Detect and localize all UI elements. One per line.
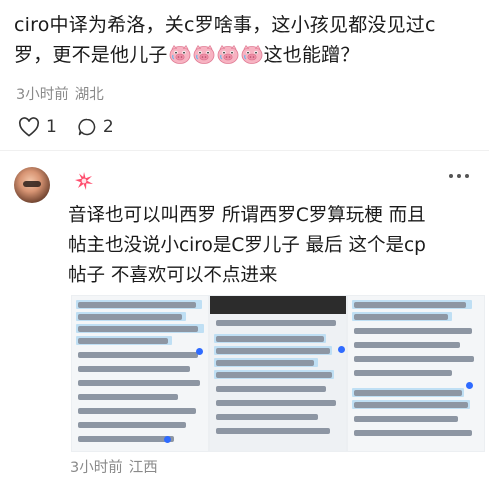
more-dot-icon xyxy=(465,174,469,178)
text-line xyxy=(78,326,198,332)
text-line xyxy=(78,408,196,414)
blue-marker xyxy=(196,348,203,355)
blue-marker xyxy=(466,382,473,389)
post-actions: 1 2 xyxy=(18,117,114,137)
post-meta: 3小时前 湖北 xyxy=(16,83,104,104)
text-line xyxy=(354,416,458,422)
comment-time: 3小时前 xyxy=(70,460,123,476)
text-line xyxy=(354,370,452,376)
text-line xyxy=(354,302,466,308)
pig-face-emoji-icon xyxy=(169,44,191,64)
text-line xyxy=(216,414,318,420)
more-dot-icon xyxy=(457,174,461,178)
comment-meta: 3小时前 江西 xyxy=(70,456,158,477)
pig-face-emoji-icon xyxy=(193,44,215,64)
text-line xyxy=(78,366,190,372)
text-line xyxy=(354,402,468,408)
text-line xyxy=(78,380,200,386)
blue-marker xyxy=(338,346,345,353)
emoji-group xyxy=(168,44,264,66)
comment-button[interactable]: 2 xyxy=(77,117,114,137)
comment-line1: 音译也可以叫西罗 所谓西罗C罗算玩梗 而且 xyxy=(68,205,426,226)
text-line xyxy=(78,352,198,358)
text-line xyxy=(216,336,324,342)
sparkle-badge-icon xyxy=(75,172,93,190)
text-line xyxy=(216,428,330,434)
text-line xyxy=(78,314,182,320)
text-line xyxy=(78,338,168,344)
comment-image-3[interactable] xyxy=(347,295,485,452)
text-line xyxy=(78,302,196,308)
blue-marker xyxy=(164,436,171,443)
avatar[interactable] xyxy=(14,167,50,203)
comment-line2: 帖主也没说小ciro是C罗儿子 最后 这个是cp xyxy=(68,235,426,256)
post-text: ciro中译为希洛，关c罗啥事，这小孩见都没见过c 罗，更不是他儿子 这也能蹭？ xyxy=(14,10,480,70)
comment-line3: 帖子 不喜欢可以不点进来 xyxy=(68,265,278,286)
comment-text: 音译也可以叫西罗 所谓西罗C罗算玩梗 而且 帖主也没说小ciro是C罗儿子 最后… xyxy=(68,201,480,291)
comment-image-1[interactable] xyxy=(71,295,209,452)
text-line xyxy=(216,320,336,326)
like-button[interactable]: 1 xyxy=(18,117,57,137)
pig-face-emoji-icon xyxy=(241,44,263,64)
avatar-eye-detail xyxy=(23,181,41,187)
more-options-button[interactable] xyxy=(449,174,469,178)
post-location: 湖北 xyxy=(74,87,104,103)
text-line xyxy=(216,400,336,406)
text-line xyxy=(354,390,462,396)
pig-face-emoji-icon xyxy=(217,44,239,64)
image-topbar xyxy=(210,296,346,314)
text-line xyxy=(78,422,186,428)
text-line xyxy=(354,314,448,320)
comment-image-2[interactable] xyxy=(209,295,347,452)
text-line xyxy=(78,394,178,400)
post-text-line2: 罗，更不是他儿子 xyxy=(14,44,168,66)
more-dot-icon xyxy=(449,174,453,178)
text-line xyxy=(216,348,330,354)
post-time: 3小时前 xyxy=(16,87,69,103)
text-line xyxy=(216,386,326,392)
username[interactable] xyxy=(74,171,94,195)
post-text-line2-end: 这也能蹭？ xyxy=(263,44,360,66)
comment-bubble-icon xyxy=(78,118,96,136)
text-line xyxy=(216,372,332,378)
like-count: 1 xyxy=(46,117,57,137)
text-line xyxy=(78,436,174,442)
comment-location: 江西 xyxy=(128,460,158,476)
heart-icon xyxy=(18,117,40,137)
comment-count: 2 xyxy=(102,117,114,137)
text-line xyxy=(354,328,472,334)
section-divider xyxy=(0,150,489,151)
text-line xyxy=(354,356,474,362)
text-line xyxy=(354,430,472,436)
text-line xyxy=(216,360,314,366)
text-line xyxy=(354,342,460,348)
comment-image-grid xyxy=(71,295,485,452)
post-text-line1: ciro中译为希洛，关c罗啥事，这小孩见都没见过c xyxy=(14,14,436,36)
